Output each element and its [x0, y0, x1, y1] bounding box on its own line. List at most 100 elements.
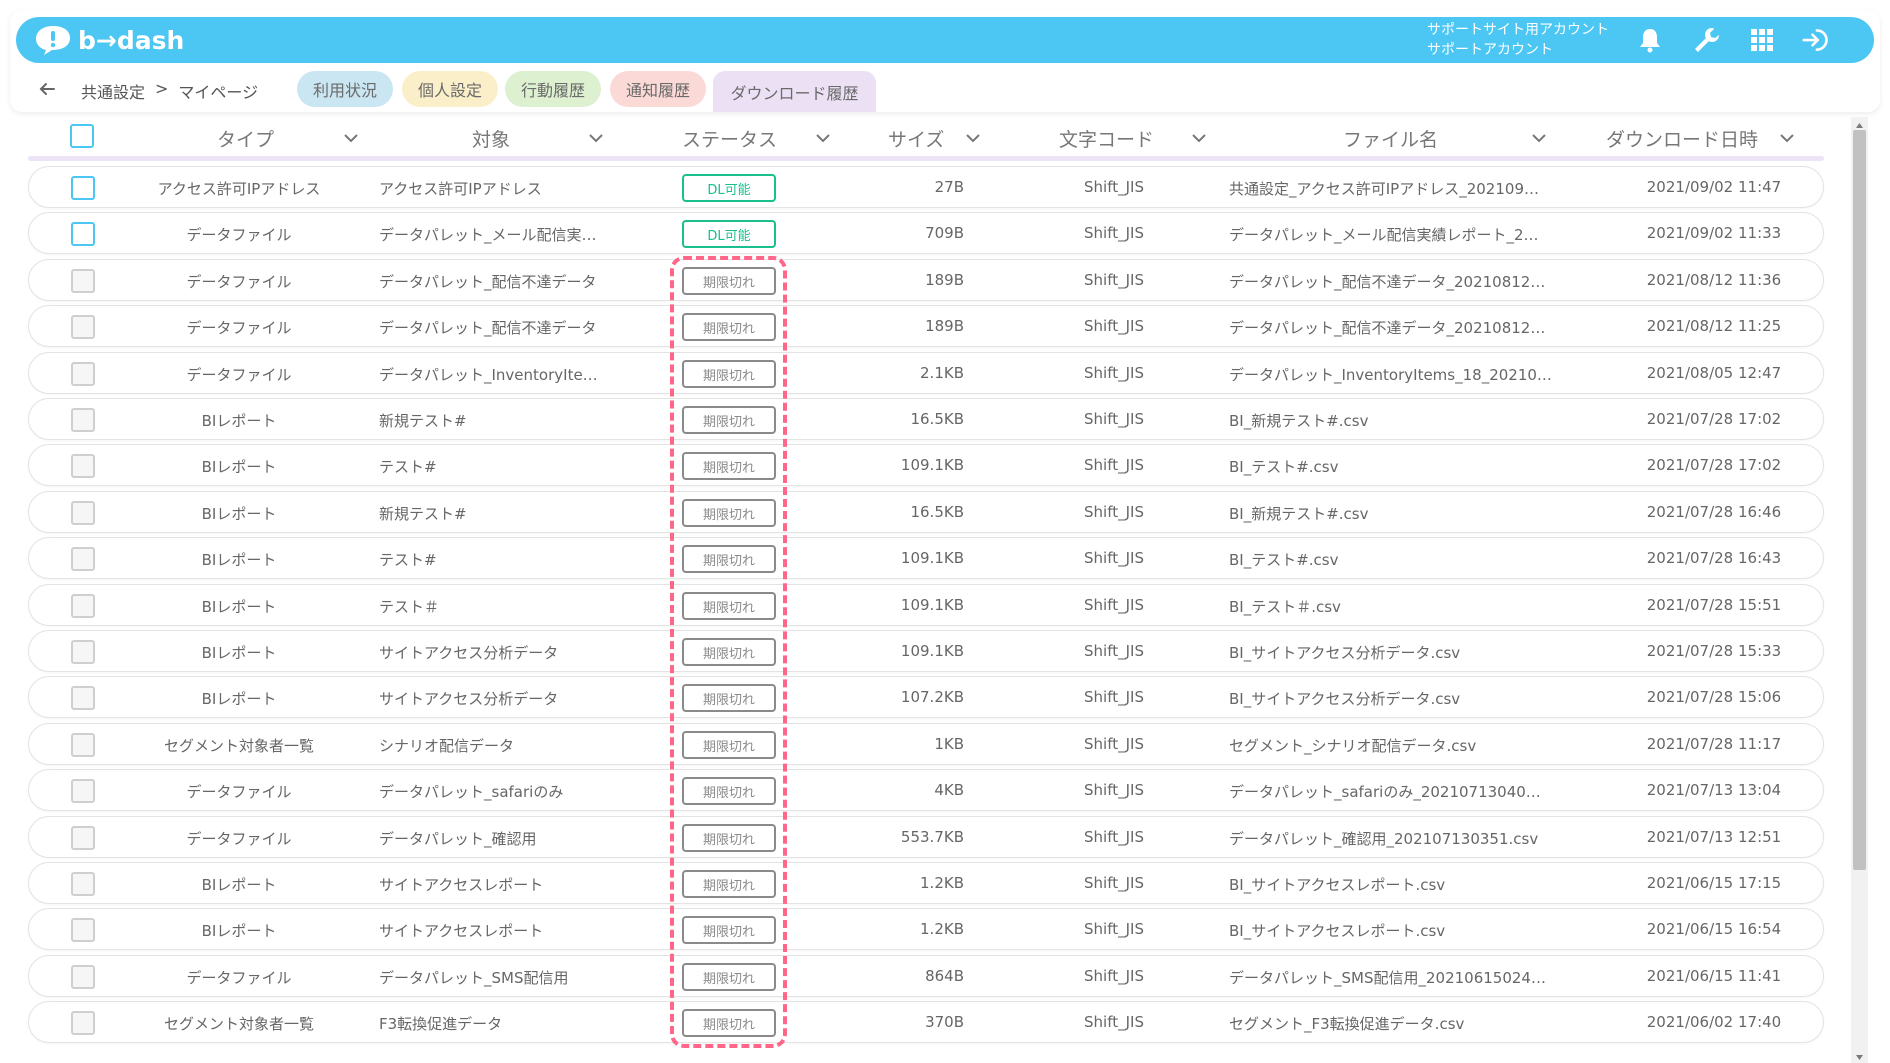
scroll-down-arrow-icon[interactable]	[1853, 1048, 1866, 1060]
cell-datetime: 2021/07/28 17:02	[1646, 456, 1782, 474]
bell-icon[interactable]	[1636, 26, 1664, 54]
column-header-type[interactable]: タイプ	[217, 125, 274, 152]
column-header-encoding[interactable]: 文字コード	[1059, 125, 1154, 152]
back-arrow-icon[interactable]	[38, 80, 56, 98]
row-checkbox[interactable]	[71, 872, 95, 896]
tab-notification-history[interactable]: 通知履歴	[610, 71, 706, 107]
table-row[interactable]: アクセス許可IPアドレス アクセス許可IPアドレス 27B Shift_JIS 共通設定…	[28, 166, 1824, 208]
cell-encoding: Shift_JIS	[1084, 549, 1144, 567]
table-row[interactable]: BIレポート サイトアクセスレポート 1.2KB Shift_JIS BI_サイトアクセ…	[28, 908, 1824, 950]
row-checkbox[interactable]	[71, 362, 95, 386]
row-checkbox[interactable]	[71, 686, 95, 710]
wrench-icon[interactable]	[1692, 26, 1720, 54]
cell-type: データファイル	[186, 273, 292, 291]
cell-encoding: Shift_JIS	[1084, 596, 1144, 614]
cell-encoding: Shift_JIS	[1084, 920, 1144, 938]
row-checkbox[interactable]	[71, 547, 95, 571]
table-row[interactable]: セグメント対象者一覧 F3転換促進データ 370B Shift_JIS セグメント_F3…	[28, 1001, 1824, 1043]
table-row[interactable]: セグメント対象者一覧 シナリオ配信データ 1KB Shift_JIS セグメント_シナリ…	[28, 723, 1824, 765]
chevron-down-icon[interactable]	[815, 130, 831, 146]
column-header-size[interactable]: サイズ	[888, 125, 944, 152]
row-checkbox[interactable]	[71, 1011, 95, 1035]
logo[interactable]: b→dash	[34, 23, 184, 57]
chevron-down-icon[interactable]	[965, 130, 981, 146]
row-checkbox[interactable]	[71, 501, 95, 525]
table-row[interactable]: データファイル データパレット_確認用 553.7KB Shift_JIS データパレッ…	[28, 816, 1824, 858]
grid-icon[interactable]	[1748, 26, 1776, 54]
column-header-datetime[interactable]: ダウンロード日時	[1606, 125, 1758, 152]
table-row[interactable]: データファイル データパレット_配信不達データ 189B Shift_JIS データパレ…	[28, 259, 1824, 301]
row-checkbox[interactable]	[71, 408, 95, 432]
cell-filename: データパレット_確認用_202107130351.csv	[1229, 830, 1539, 848]
cell-type: データファイル	[186, 783, 292, 801]
row-checkbox[interactable]	[71, 779, 95, 803]
cell-type: セグメント対象者一覧	[163, 737, 314, 755]
tab-download-history[interactable]: ダウンロード履歴	[713, 71, 876, 112]
account-line-1: サポートサイト用アカウント	[1427, 22, 1609, 38]
breadcrumb-parent[interactable]: 共通設定	[81, 79, 145, 103]
tab-personal-settings[interactable]: 個人設定	[402, 71, 498, 107]
cell-datetime: 2021/07/28 15:06	[1646, 688, 1782, 706]
tab-usage[interactable]: 利用状況	[297, 71, 393, 107]
logout-icon[interactable]	[1802, 26, 1830, 54]
table-row[interactable]: データファイル データパレット_InventoryIte… 2.1KB Shift_J…	[28, 352, 1824, 394]
tab-activity-history[interactable]: 行動履歴	[505, 71, 601, 107]
cell-encoding: Shift_JIS	[1084, 874, 1144, 892]
row-checkbox[interactable]	[71, 918, 95, 942]
scroll-up-arrow-icon[interactable]	[1853, 117, 1866, 129]
table-row[interactable]: BIレポート 新規テスト# 16.5KB Shift_JIS BI_新規テスト#.csv…	[28, 398, 1824, 440]
table-row[interactable]: データファイル データパレット_SMS配信用 864B Shift_JIS データパレッ…	[28, 955, 1824, 997]
cell-target: テスト#	[379, 551, 437, 569]
table-row[interactable]: BIレポート テスト# 109.1KB Shift_JIS BI_テスト#.csv 202…	[28, 537, 1824, 579]
cell-encoding: Shift_JIS	[1084, 271, 1144, 289]
table-row[interactable]: データファイル データパレット_メール配信実… 709B Shift_JIS データパレ…	[28, 212, 1824, 254]
scrollbar-thumb[interactable]	[1853, 130, 1866, 870]
cell-size: 189B	[925, 271, 964, 289]
chevron-down-icon[interactable]	[1779, 130, 1795, 146]
table-row[interactable]: データファイル データパレット_配信不達データ 189B Shift_JIS データパレ…	[28, 305, 1824, 347]
cell-size: 109.1KB	[900, 596, 964, 614]
chevron-down-icon[interactable]	[588, 130, 604, 146]
table-row[interactable]: データファイル データパレット_safariのみ 4KB Shift_JIS データパレ…	[28, 769, 1824, 811]
table-row[interactable]: BIレポート サイトアクセス分析データ 107.2KB Shift_JIS BI_サイト…	[28, 676, 1824, 718]
row-checkbox[interactable]	[71, 965, 95, 989]
column-header-status[interactable]: ステータス	[682, 125, 777, 152]
header-underline	[28, 156, 1824, 161]
row-checkbox[interactable]	[71, 454, 95, 478]
account-info[interactable]: サポートサイト用アカウント サポートアカウント	[1427, 20, 1609, 60]
table-row[interactable]: BIレポート 新規テスト# 16.5KB Shift_JIS BI_新規テスト#.csv…	[28, 491, 1824, 533]
cell-filename: BI_新規テスト#.csv	[1229, 412, 1369, 430]
table-row[interactable]: BIレポート テスト＃ 109.1KB Shift_JIS BI_テスト＃.csv 202…	[28, 584, 1824, 626]
cell-size: 109.1KB	[900, 549, 964, 567]
cell-datetime: 2021/08/12 11:36	[1646, 271, 1782, 289]
cell-encoding: Shift_JIS	[1084, 781, 1144, 799]
table-row[interactable]: BIレポート テスト# 109.1KB Shift_JIS BI_テスト#.csv 202…	[28, 444, 1824, 486]
cell-filename: BI_テスト#.csv	[1229, 551, 1339, 569]
chevron-down-icon[interactable]	[1531, 130, 1547, 146]
cell-datetime: 2021/07/28 16:46	[1646, 503, 1782, 521]
row-checkbox[interactable]	[71, 222, 95, 246]
row-checkbox[interactable]	[71, 733, 95, 757]
chevron-down-icon[interactable]	[343, 130, 359, 146]
row-checkbox[interactable]	[71, 826, 95, 850]
table-row[interactable]: BIレポート サイトアクセス分析データ 109.1KB Shift_JIS BI_サイト…	[28, 630, 1824, 672]
cell-datetime: 2021/06/15 11:41	[1646, 967, 1782, 985]
row-checkbox[interactable]	[71, 269, 95, 293]
status-badge-downloadable[interactable]: DL可能	[682, 174, 776, 202]
cell-filename: BI_サイトアクセス分析データ.csv	[1229, 690, 1461, 708]
table-row[interactable]: BIレポート サイトアクセスレポート 1.2KB Shift_JIS BI_サイトアクセ…	[28, 862, 1824, 904]
column-header-filename[interactable]: ファイル名	[1343, 125, 1438, 152]
row-checkbox[interactable]	[71, 176, 95, 200]
row-checkbox[interactable]	[71, 594, 95, 618]
row-checkbox[interactable]	[71, 640, 95, 664]
chevron-down-icon[interactable]	[1191, 130, 1207, 146]
status-badge-downloadable[interactable]: DL可能	[682, 220, 776, 248]
status-badge-expired: 期限切れ	[682, 638, 776, 666]
cell-target: シナリオ配信データ	[379, 737, 515, 755]
column-header-target[interactable]: 対象	[472, 125, 510, 152]
status-badge-expired: 期限切れ	[682, 267, 776, 295]
cell-type: BIレポート	[201, 876, 277, 894]
row-checkbox[interactable]	[71, 315, 95, 339]
top-header-bar: b→dash サポートサイト用アカウント サポートアカウント	[16, 17, 1874, 63]
status-badge-expired: 期限切れ	[682, 963, 776, 991]
